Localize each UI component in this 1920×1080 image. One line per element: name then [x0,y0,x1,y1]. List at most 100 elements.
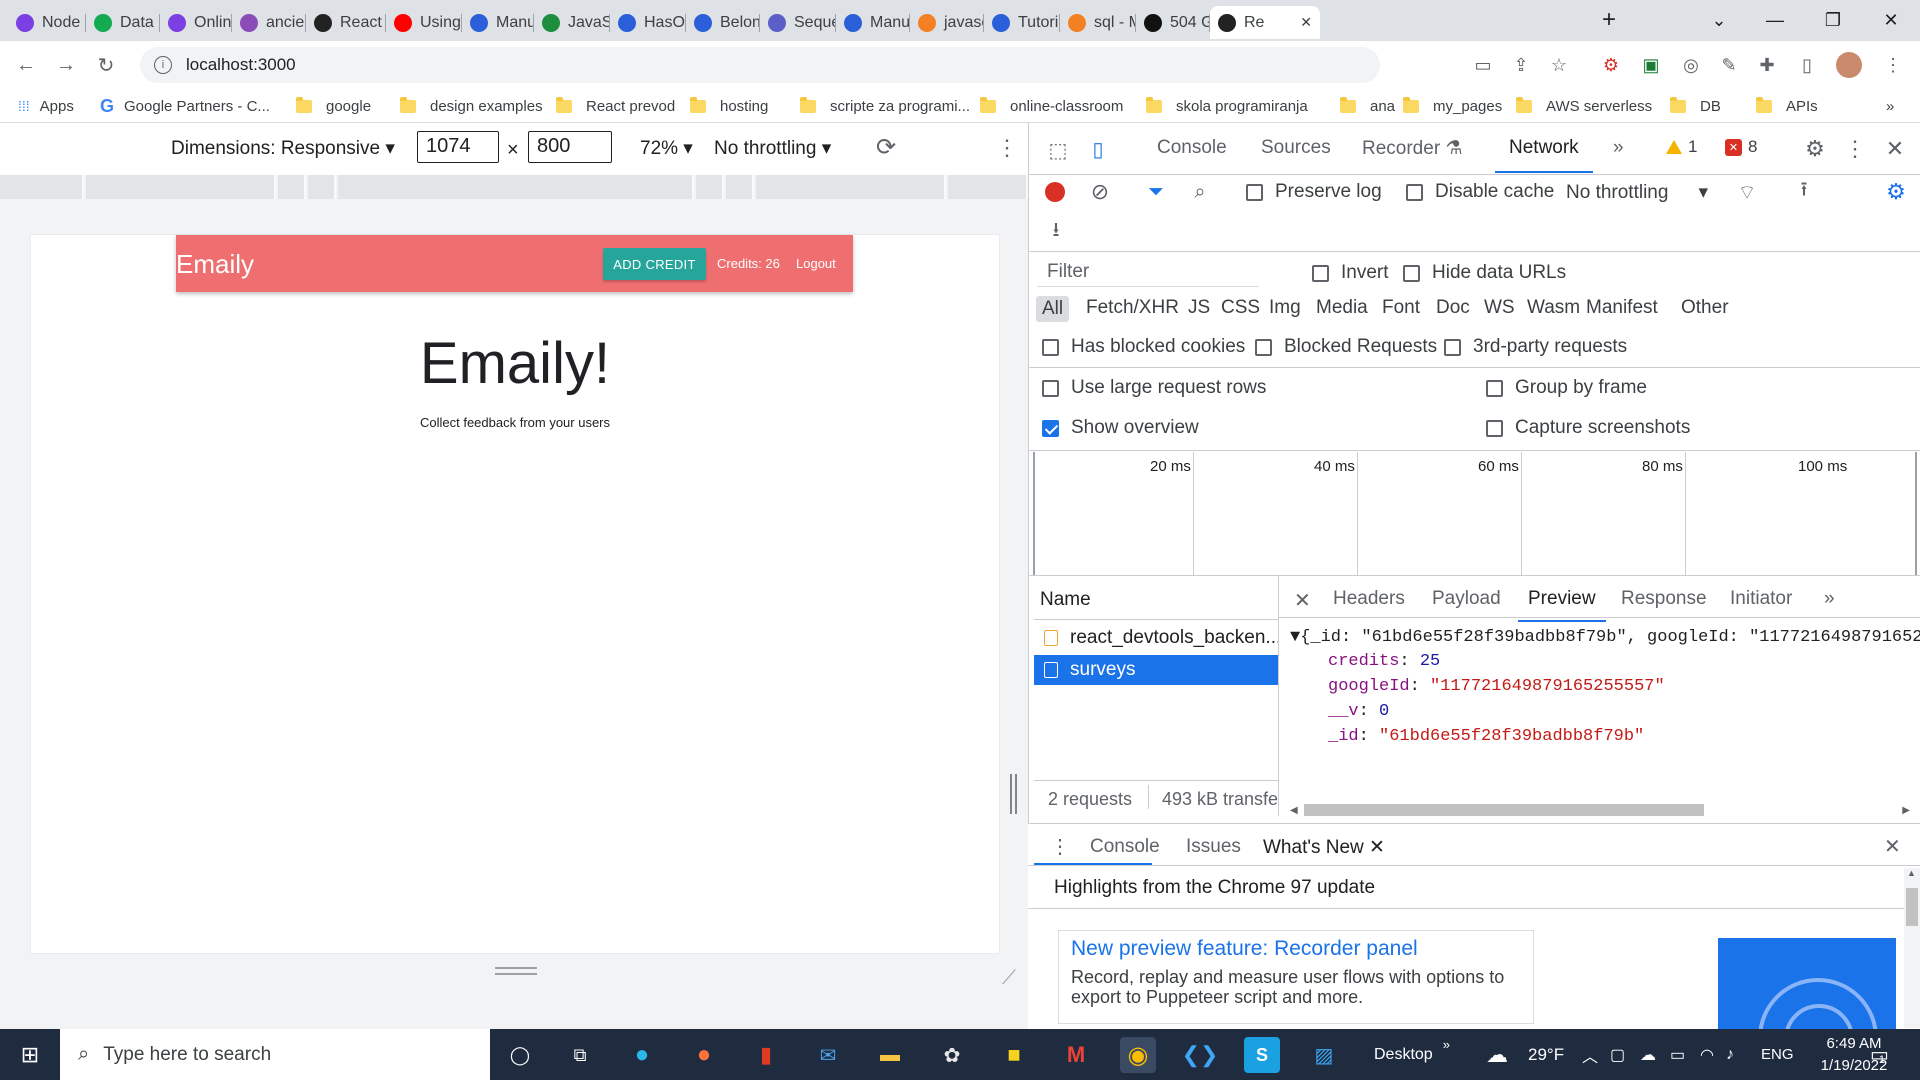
panel-split-handle[interactable] [1010,774,1017,814]
back-arrow-icon[interactable]: ← [14,53,38,77]
bookmark-item[interactable]: scripte za programi... [800,95,970,117]
browser-tab[interactable]: Tutori [984,6,1060,39]
bookmark-apps[interactable]: ⁞⁞⁞ Apps [18,95,74,117]
share-icon[interactable]: ⇪ [1508,52,1534,78]
drawer-tab-console[interactable]: Console [1090,836,1160,858]
warnings-badge[interactable]: 1 [1666,137,1697,157]
close-drawer-icon[interactable]: ✕ [1884,834,1901,859]
profile-avatar[interactable] [1836,52,1862,78]
browser-tab[interactable]: Online [160,6,232,39]
capture-screenshots-checkbox[interactable]: Capture screenshots [1486,417,1690,439]
type-filter-wasm[interactable]: Wasm [1527,297,1580,319]
reload-icon[interactable]: ↻ [94,53,118,77]
restore-button[interactable]: ❐ [1810,0,1856,40]
show-overview-checkbox[interactable]: Show overview [1042,417,1199,439]
tab-search-chevron-icon[interactable]: ⌄ [1696,0,1742,40]
side-panel-icon[interactable]: ▯ [1794,52,1820,78]
browser-tab[interactable]: sql - M [1060,6,1136,39]
edge-icon[interactable]: ● [624,1037,660,1073]
tab-sources[interactable]: Sources [1261,137,1331,159]
record-icon[interactable] [1043,180,1067,204]
extensions-puzzle-icon[interactable]: ✚ [1754,52,1780,78]
bookmark-star-icon[interactable]: ☆ [1546,52,1572,78]
network-throttling-dropdown[interactable]: No throttling ▾ [1566,181,1708,204]
office-icon[interactable]: ▮ [748,1037,784,1073]
invert-checkbox[interactable]: Invert [1312,262,1389,284]
browser-tab[interactable]: JavaSc [534,6,610,39]
device-toggle-icon[interactable]: ▯ [1085,135,1111,163]
file-explorer-icon[interactable]: ▬ [872,1037,908,1073]
type-filter-all[interactable]: All [1036,296,1070,322]
height-input[interactable]: 800 [528,131,612,163]
paint-icon[interactable]: ✿ [934,1037,970,1073]
more-detail-tabs-icon[interactable]: » [1824,588,1835,610]
type-filter-manifest[interactable]: Manifest [1586,297,1658,319]
expand-triangle-icon[interactable]: ▼ [1290,628,1300,647]
horizontal-scrollbar[interactable]: ◀ ▶ [1290,803,1910,817]
browser-tab[interactable]: Belong [686,6,760,39]
gmail-icon[interactable]: M [1058,1037,1094,1073]
brand-logo[interactable]: Emaily [176,249,254,280]
more-tabs-icon[interactable]: » [1613,137,1624,159]
inspect-element-icon[interactable]: ⬚ [1045,137,1071,163]
type-filter-ws[interactable]: WS [1484,297,1515,319]
desktop-toolbar[interactable]: Desktop» [1374,1029,1450,1080]
devtools-menu-icon[interactable]: ⋮ [1841,135,1869,163]
bookmark-item[interactable]: hosting [690,95,768,117]
drawer-tab-whats-new[interactable]: What's New ✕ [1263,836,1385,859]
volume-icon[interactable]: ♪ [1726,1029,1734,1080]
wifi-icon[interactable]: ◠ [1700,1029,1714,1080]
new-tab-button[interactable]: + [1586,0,1632,40]
firefox-icon[interactable]: ● [686,1037,722,1073]
disable-cache-checkbox[interactable]: Disable cache [1406,181,1554,203]
eyedropper-icon[interactable]: ✎ [1716,52,1742,78]
type-filter-font[interactable]: Font [1382,297,1420,319]
reading-mode-icon[interactable]: ▭ [1470,52,1496,78]
bookmark-item[interactable]: my_pages [1403,95,1502,117]
dimensions-dropdown[interactable]: Dimensions: Responsive ▾ [171,137,395,160]
temperature[interactable]: 29°F [1528,1029,1564,1080]
width-input[interactable]: 1074 [417,131,499,163]
skype-icon[interactable]: S [1244,1037,1280,1073]
viewport-resize-handle[interactable] [495,967,537,975]
drawer-menu-icon[interactable]: ⋮ [1050,834,1070,859]
hide-data-urls-checkbox[interactable]: Hide data URLs [1403,262,1566,284]
clear-icon[interactable]: ⊘ [1088,179,1112,204]
type-filter-img[interactable]: Img [1269,297,1301,319]
browser-tab[interactable]: Node [8,6,86,39]
task-view-icon[interactable]: ⧉ [562,1037,598,1073]
request-row[interactable]: react_devtools_backen... [1034,623,1278,653]
battery-icon[interactable]: ▭ [1670,1029,1685,1080]
close-window-button[interactable]: ✕ [1868,0,1914,40]
extension-circle-icon[interactable]: ◎ [1678,52,1704,78]
network-settings-icon[interactable]: ⚙ [1883,179,1909,204]
bookmark-item[interactable]: google [296,95,371,117]
drawer-scrollbar[interactable]: ▲ [1904,868,1920,1028]
tab-payload[interactable]: Payload [1432,588,1501,610]
close-tab-icon[interactable]: ✕ [1369,837,1385,858]
filter-funnel-icon[interactable]: ⏷ [1144,180,1168,204]
request-row-selected[interactable]: surveys [1034,655,1278,685]
more-bookmarks-icon[interactable]: » [1886,95,1894,117]
photos-icon[interactable]: ▨ [1306,1037,1342,1073]
extension-react-icon[interactable]: ⚙ [1598,52,1624,78]
bookmark-item[interactable]: ana [1340,95,1395,117]
has-blocked-cookies-checkbox[interactable]: Has blocked cookies [1042,336,1245,358]
network-conditions-icon[interactable]: ⌔ [1734,180,1760,204]
close-tab-icon[interactable]: ✕ [1300,14,1312,31]
add-credit-button[interactable]: ADD CREDIT [603,248,706,280]
json-summary[interactable]: ▼{_id: "61bd6e55f28f39badbb8f79b", googl… [1290,628,1920,647]
blocked-requests-checkbox[interactable]: Blocked Requests [1255,336,1437,358]
settings-gear-icon[interactable]: ⚙ [1801,135,1829,163]
browser-tab[interactable]: HasOr [610,6,686,39]
device-throttling-dropdown[interactable]: No throttling ▾ [714,137,831,160]
language-indicator[interactable]: ENG [1761,1029,1794,1080]
browser-tab[interactable]: javasc [910,6,984,39]
site-info-icon[interactable]: i [154,56,172,74]
browser-tab[interactable]: 504 G [1136,6,1210,39]
preserve-log-checkbox[interactable]: Preserve log [1246,181,1382,203]
third-party-requests-checkbox[interactable]: 3rd-party requests [1444,336,1627,358]
feature-card-title[interactable]: New preview feature: Recorder panel [1071,937,1418,961]
notification-center-icon[interactable]: ▭ 1 [1870,1029,1889,1080]
close-detail-icon[interactable]: ✕ [1294,588,1311,613]
